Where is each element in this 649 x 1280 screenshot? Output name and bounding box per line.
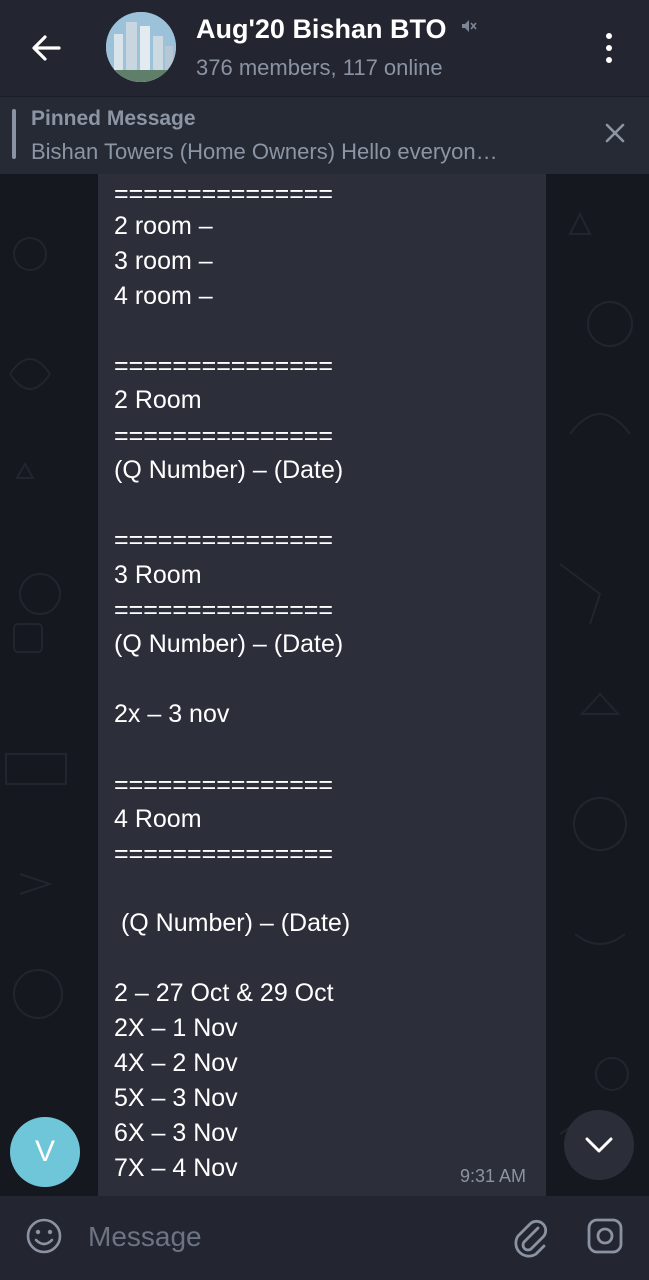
sender-avatar[interactable]: V [10, 1117, 80, 1187]
muted-icon [460, 17, 478, 39]
message-line: 7X – 4 Nov [114, 1154, 238, 1182]
message-time: 9:31 AM [460, 1166, 527, 1186]
message-bubble[interactable]: =============== 2 room – 3 room – 4 room… [98, 174, 546, 1196]
message-line: =============== [114, 840, 333, 868]
message-line: 3 room – [114, 247, 213, 275]
message-line: =============== [114, 422, 333, 450]
message-line: 4 Room [114, 805, 202, 833]
message-line: 2 room – [114, 212, 213, 240]
message-line: (Q Number) – (Date) [114, 456, 344, 484]
message-line: 2 Room [114, 386, 202, 414]
message-line: =============== [114, 352, 333, 380]
emoji-icon[interactable] [24, 1216, 64, 1256]
attach-icon[interactable] [510, 1214, 550, 1258]
message-line: 6X – 3 Nov [114, 1119, 238, 1147]
chat-title-wrap[interactable]: Aug'20 Bishan BTO [196, 14, 478, 45]
pinned-label: Pinned Message [31, 107, 196, 130]
message-line: (Q Number) – (Date) [114, 630, 344, 658]
pinned-message[interactable]: Pinned Message Bishan Towers (Home Owner… [0, 96, 649, 174]
close-icon[interactable] [600, 118, 630, 148]
message-line: 3 Room [114, 561, 202, 589]
message-line: 4X – 2 Nov [114, 1049, 238, 1077]
chat-subtitle: 376 members, 117 online [196, 55, 443, 80]
chat-title: Aug'20 Bishan BTO [196, 14, 447, 44]
message-line: =============== [114, 180, 333, 208]
pinned-text: Bishan Towers (Home Owners) Hello everyo… [31, 139, 498, 164]
scroll-down-button[interactable] [564, 1110, 634, 1180]
chevron-down-icon [585, 1137, 613, 1153]
camera-icon[interactable] [585, 1216, 625, 1256]
pinned-indicator [12, 109, 16, 159]
message-line: (Q Number) – (Date) [114, 909, 351, 937]
message-line: 2X – 1 Nov [114, 1014, 238, 1042]
message-line: =============== [114, 771, 333, 799]
message-line: 5X – 3 Nov [114, 1084, 238, 1112]
message-line: 4 room – [114, 282, 213, 310]
message-composer [0, 1196, 649, 1280]
message-line: =============== [114, 526, 333, 554]
message-line: 2 – 27 Oct & 29 Oct [114, 979, 334, 1007]
group-avatar[interactable] [106, 12, 176, 82]
back-arrow-icon[interactable] [26, 30, 66, 66]
message-input[interactable] [86, 1214, 490, 1260]
more-vertical-icon[interactable] [596, 28, 622, 68]
message-line: =============== [114, 596, 333, 624]
message-line: 2x – 3 nov [114, 700, 230, 728]
chat-header: Aug'20 Bishan BTO 376 members, 117 onlin… [0, 0, 649, 96]
